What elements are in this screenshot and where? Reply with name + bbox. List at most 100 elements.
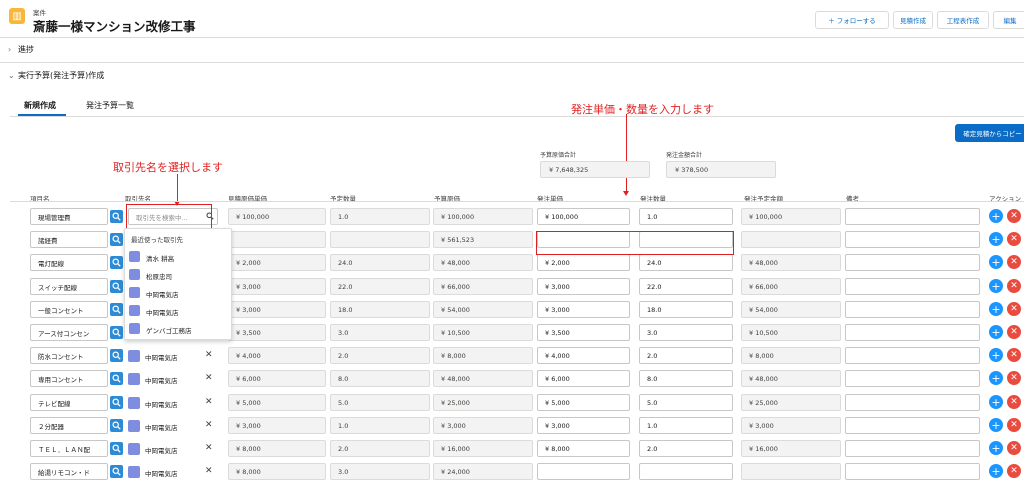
delete-row-button[interactable]: ✕ [1007,464,1021,478]
item-name-input[interactable]: スイッチ配線 [30,278,108,295]
order-unit-input[interactable]: ¥ 6,000 [537,370,630,387]
order-unit-input[interactable]: ¥ 100,000 [537,208,630,225]
clear-icon[interactable]: ✕ [205,421,213,430]
order-unit-input[interactable]: ¥ 3,500 [537,324,630,341]
order-qty-input[interactable]: 8.0 [639,370,733,387]
add-row-button[interactable]: + [989,302,1003,316]
create-schedule-button[interactable]: 工程表作成 [937,11,989,29]
tab-new[interactable]: 新規作成 [24,100,56,111]
order-unit-input[interactable]: ¥ 3,000 [537,417,630,434]
clear-icon[interactable]: ✕ [205,374,213,383]
add-row-button[interactable]: + [989,209,1003,223]
add-row-button[interactable]: + [989,279,1003,293]
notes-input[interactable] [845,301,980,318]
add-row-button[interactable]: + [989,255,1003,269]
search-account-button[interactable] [110,442,123,455]
dropdown-option[interactable]: ゲンバゴ工務店 [125,320,231,337]
search-account-button[interactable] [110,303,123,316]
order-qty-input[interactable]: 5.0 [639,394,733,411]
clear-icon[interactable]: ✕ [205,398,213,407]
delete-row-button[interactable]: ✕ [1007,348,1021,362]
delete-row-button[interactable]: ✕ [1007,441,1021,455]
delete-row-button[interactable]: ✕ [1007,255,1021,269]
notes-input[interactable] [845,208,980,225]
progress-section-toggle[interactable]: › 進捗 [0,38,1024,60]
item-name-input[interactable]: 現場管理費 [30,208,108,225]
delete-row-button[interactable]: ✕ [1007,395,1021,409]
notes-input[interactable] [845,417,980,434]
clear-icon[interactable]: ✕ [205,351,213,360]
dropdown-option[interactable]: 中岡電気店 [125,302,231,319]
search-account-button[interactable] [110,280,123,293]
notes-input[interactable] [845,278,980,295]
add-row-button[interactable]: + [989,348,1003,362]
account-name[interactable]: 中岡電気店 [145,399,178,409]
item-name-input[interactable]: 電灯配線 [30,254,108,271]
search-account-button[interactable] [110,419,123,432]
delete-row-button[interactable]: ✕ [1007,418,1021,432]
item-name-input[interactable]: 一般コンセント [30,301,108,318]
search-account-button[interactable] [110,233,123,246]
order-qty-input[interactable]: 18.0 [639,301,733,318]
order-qty-input[interactable]: 3.0 [639,324,733,341]
delete-row-button[interactable]: ✕ [1007,302,1021,316]
follow-button[interactable]: ＋ フォローする [815,11,889,29]
add-row-button[interactable]: + [989,371,1003,385]
account-name[interactable]: 中岡電気店 [145,445,178,455]
search-account-button[interactable] [110,372,123,385]
search-account-button[interactable] [110,210,123,223]
order-qty-input[interactable]: 2.0 [639,347,733,364]
dropdown-option[interactable]: 中岡電気店 [125,284,231,301]
notes-input[interactable] [845,347,980,364]
item-name-input[interactable]: アース付コンセン [30,324,108,341]
account-name[interactable]: 中岡電気店 [145,352,178,362]
notes-input[interactable] [845,324,980,341]
delete-row-button[interactable]: ✕ [1007,279,1021,293]
order-unit-input[interactable]: ¥ 4,000 [537,347,630,364]
item-name-input[interactable]: テレビ配線 [30,394,108,411]
add-row-button[interactable]: + [989,441,1003,455]
delete-row-button[interactable]: ✕ [1007,325,1021,339]
item-name-input[interactable]: 諸経費 [30,231,108,248]
add-row-button[interactable]: + [989,395,1003,409]
order-qty-input[interactable]: 1.0 [639,417,733,434]
order-qty-input[interactable]: 22.0 [639,278,733,295]
search-account-button[interactable] [110,396,123,409]
create-estimate-button[interactable]: 見積作成 [893,11,933,29]
item-name-input[interactable]: 専用コンセント [30,370,108,387]
add-row-button[interactable]: + [989,325,1003,339]
add-row-button[interactable]: + [989,418,1003,432]
notes-input[interactable] [845,394,980,411]
notes-input[interactable] [845,440,980,457]
order-unit-input[interactable]: ¥ 3,000 [537,278,630,295]
order-unit-input[interactable]: ¥ 2,000 [537,254,630,271]
tab-order-budget-list[interactable]: 発注予算一覧 [86,100,134,111]
budget-section-toggle[interactable]: ⌄ 実行予算(発注予算)作成 [0,64,1024,86]
order-unit-input[interactable]: ¥ 8,000 [537,440,630,457]
copy-from-estimate-button[interactable]: 確定見積からコピー [955,124,1024,142]
delete-row-button[interactable]: ✕ [1007,371,1021,385]
search-account-button[interactable] [110,256,123,269]
order-qty-input[interactable]: 2.0 [639,440,733,457]
delete-row-button[interactable]: ✕ [1007,209,1021,223]
account-name[interactable]: 中岡電気店 [145,468,178,478]
account-name[interactable]: 中岡電気店 [145,422,178,432]
search-account-button[interactable] [110,349,123,362]
account-name[interactable]: 中岡電気店 [145,375,178,385]
order-qty-input[interactable]: 1.0 [639,208,733,225]
order-unit-input[interactable]: ¥ 3,000 [537,301,630,318]
item-name-input[interactable]: 防水コンセント [30,347,108,364]
item-name-input[interactable]: ２分配器 [30,417,108,434]
add-row-button[interactable]: + [989,232,1003,246]
dropdown-option[interactable]: 清水 耕高 [125,248,231,265]
notes-input[interactable] [845,231,980,248]
notes-input[interactable] [845,254,980,271]
notes-input[interactable] [845,370,980,387]
item-name-input[interactable]: ＴＥＬ．ＬＡＮ配 [30,440,108,457]
add-row-button[interactable]: + [989,464,1003,478]
dropdown-option[interactable]: 松原忠司 [125,266,231,283]
order-unit-input[interactable]: ¥ 5,000 [537,394,630,411]
edit-button[interactable]: 編集 [993,11,1024,29]
search-account-button[interactable] [110,326,123,339]
delete-row-button[interactable]: ✕ [1007,232,1021,246]
